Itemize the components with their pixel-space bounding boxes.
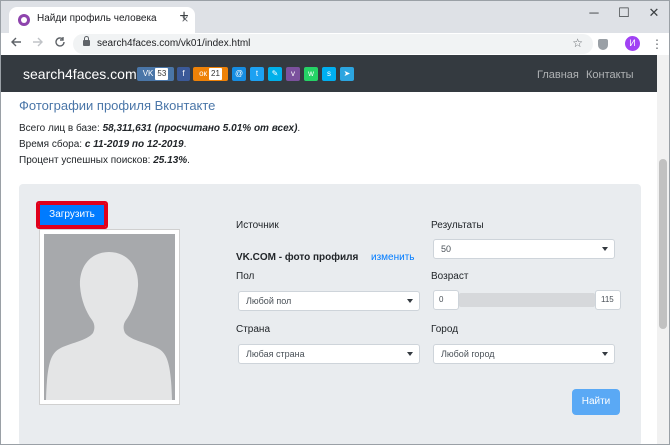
source-value: VK.COM - фото профиля xyxy=(236,252,359,263)
tab-title: Найди профиль человека во Вк xyxy=(37,13,157,24)
address-bar[interactable]: search4faces.com/vk01/index.html ☆ xyxy=(73,34,593,54)
odnoklassniki-icon: ок xyxy=(199,69,208,78)
bookmark-star-icon[interactable]: ☆ xyxy=(572,36,583,50)
upload-button[interactable]: Загрузить xyxy=(36,201,108,229)
results-select[interactable]: 50 xyxy=(433,239,615,259)
url-text: search4faces.com/vk01/index.html xyxy=(97,38,251,49)
browser-menu-icon[interactable]: ⋮ xyxy=(651,36,663,52)
new-tab-button[interactable]: + xyxy=(177,9,191,25)
whatsapp-share-button[interactable]: w xyxy=(304,67,318,81)
back-icon[interactable] xyxy=(8,36,24,52)
site-brand[interactable]: search4faces.com xyxy=(23,66,137,82)
stat-faces: Всего лиц в базе: 58,311,631 (просчитано… xyxy=(19,123,301,134)
viber-icon: v xyxy=(291,69,295,78)
twitter-share-button[interactable]: t xyxy=(250,67,264,81)
chevron-down-icon xyxy=(602,247,608,251)
facebook-share-button[interactable]: f xyxy=(177,67,190,81)
livejournal-icon: ✎ xyxy=(271,69,279,78)
viber-share-button[interactable]: v xyxy=(286,67,300,81)
age-range-slider[interactable] xyxy=(459,293,595,307)
lock-icon xyxy=(83,36,90,46)
telegram-share-button[interactable]: ➤ xyxy=(340,67,354,81)
site-navbar: search4faces.com VK 53 f ок 21 @ t ✎ v w… xyxy=(1,55,657,92)
reload-icon[interactable] xyxy=(52,36,68,52)
skype-share-button[interactable]: s xyxy=(322,67,336,81)
age-max-input[interactable]: 115 xyxy=(595,290,621,310)
country-label: Страна xyxy=(236,324,271,335)
chevron-down-icon xyxy=(407,299,413,303)
moimir-icon: @ xyxy=(234,69,244,78)
source-label: Источник xyxy=(236,220,279,231)
person-silhouette-icon xyxy=(44,234,175,400)
odnoklassniki-share-count: 21 xyxy=(209,68,222,80)
photo-placeholder[interactable] xyxy=(40,230,179,404)
browser-tab[interactable]: Найди профиль человека во Вк × xyxy=(9,7,195,33)
results-label: Результаты xyxy=(431,220,484,231)
gender-select[interactable]: Любой пол xyxy=(238,291,420,311)
extension-shield-icon[interactable] xyxy=(598,39,608,50)
whatsapp-icon: w xyxy=(308,69,314,78)
nav-link-home[interactable]: Главная xyxy=(537,69,579,81)
forward-icon[interactable] xyxy=(30,36,46,52)
age-label: Возраст xyxy=(431,271,469,282)
find-button[interactable]: Найти xyxy=(572,389,620,415)
page-viewport: search4faces.com VK 53 f ок 21 @ t ✎ v w… xyxy=(1,55,657,444)
minimize-button[interactable]: ─ xyxy=(579,1,609,25)
search-form-panel: Загрузить Источник VK.COM - фото профиля… xyxy=(19,184,641,444)
browser-window: Найди профиль человека во Вк × + ─ ☐ ✕ s… xyxy=(0,0,670,445)
gender-label: Пол xyxy=(236,271,255,282)
close-window-button[interactable]: ✕ xyxy=(639,1,669,25)
moimir-share-button[interactable]: @ xyxy=(232,67,246,81)
tab-strip: Найди профиль человека во Вк × + ─ ☐ ✕ xyxy=(1,1,669,33)
browser-toolbar: search4faces.com/vk01/index.html ☆ И ⋮ xyxy=(1,33,669,55)
profile-avatar[interactable]: И xyxy=(625,36,640,51)
scrollbar-thumb[interactable] xyxy=(659,159,667,329)
facebook-icon: f xyxy=(182,69,185,78)
maximize-button[interactable]: ☐ xyxy=(609,1,639,25)
chevron-down-icon xyxy=(602,352,608,356)
vk-icon: VK xyxy=(142,69,154,78)
city-select[interactable]: Любой город xyxy=(433,344,615,364)
twitter-icon: t xyxy=(255,69,259,78)
nav-link-contacts[interactable]: Контакты xyxy=(586,69,634,81)
skype-icon: s xyxy=(327,69,331,78)
odnoklassniki-share-button[interactable]: ок 21 xyxy=(193,67,228,81)
vk-share-count: 53 xyxy=(155,68,169,80)
site-favicon-icon xyxy=(18,14,30,26)
livejournal-share-button[interactable]: ✎ xyxy=(268,67,282,81)
stat-period: Время сбора: с 11-2019 по 12-2019. xyxy=(19,139,187,150)
page-title: Фотографии профиля Вконтакте xyxy=(19,98,216,113)
page-scrollbar[interactable] xyxy=(657,55,669,444)
city-label: Город xyxy=(431,324,459,335)
stat-success: Процент успешных поисков: 25.13%. xyxy=(19,155,190,166)
vk-share-button[interactable]: VK 53 xyxy=(137,67,174,81)
age-min-input[interactable]: 0 xyxy=(433,290,459,310)
country-select[interactable]: Любая страна xyxy=(238,344,420,364)
chevron-down-icon xyxy=(407,352,413,356)
telegram-icon: ➤ xyxy=(343,69,351,78)
source-change-link[interactable]: изменить xyxy=(371,252,415,263)
